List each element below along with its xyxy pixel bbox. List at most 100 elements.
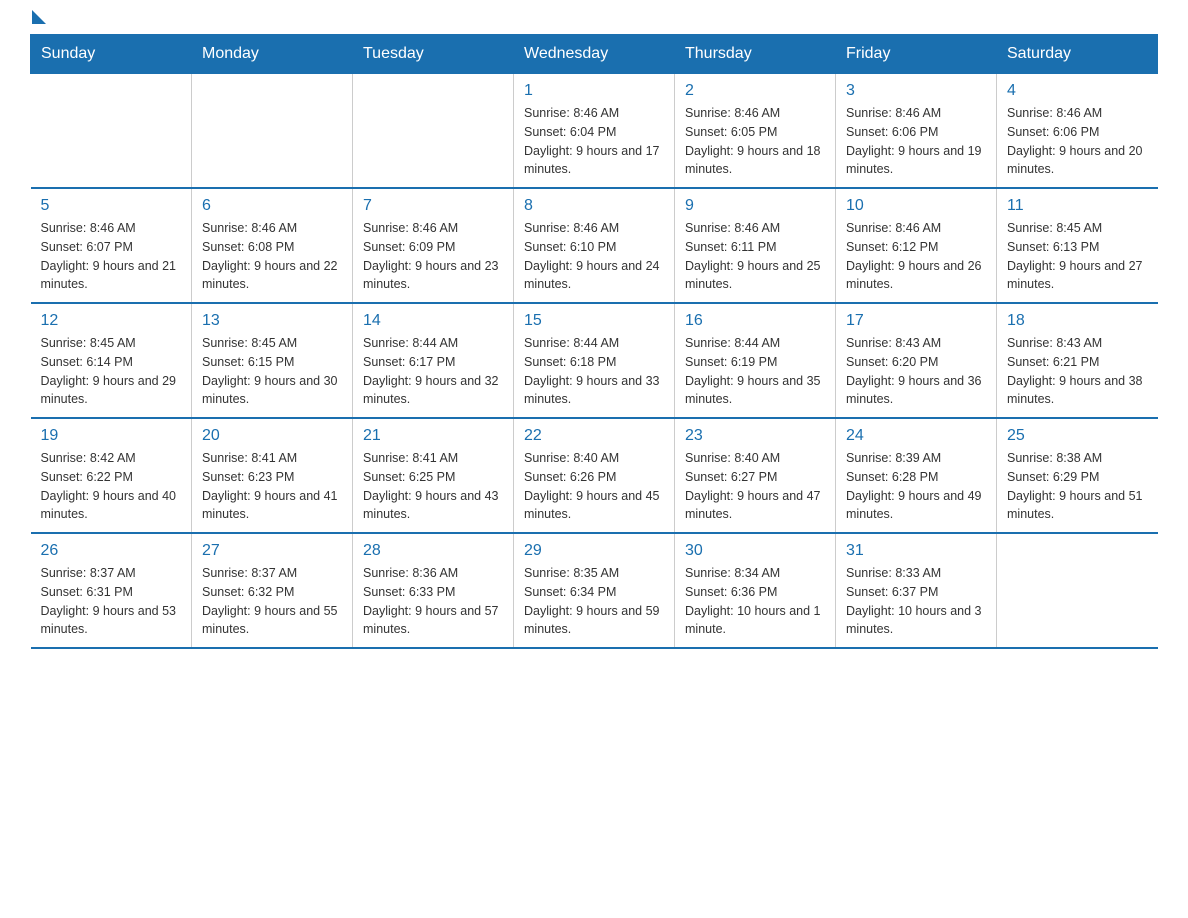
calendar-header-row: Sunday Monday Tuesday Wednesday Thursday… bbox=[31, 35, 1158, 74]
day-number: 24 bbox=[846, 427, 986, 445]
calendar-week-row: 5 Sunrise: 8:46 AM Sunset: 6:07 PM Daylig… bbox=[31, 188, 1158, 303]
day-number: 1 bbox=[524, 82, 664, 100]
day-number: 27 bbox=[202, 542, 342, 560]
day-info: Sunrise: 8:37 AM Sunset: 6:31 PM Dayligh… bbox=[41, 564, 182, 639]
table-row: 24Sunrise: 8:39 AM Sunset: 6:28 PM Dayli… bbox=[836, 418, 997, 533]
day-number: 13 bbox=[202, 312, 342, 330]
day-number: 8 bbox=[524, 197, 664, 215]
table-row: 23 Sunrise: 8:40 AM Sunset: 6:27 PM Dayli… bbox=[675, 418, 836, 533]
table-row: 28 Sunrise: 8:36 AM Sunset: 6:33 PM Dayli… bbox=[353, 533, 514, 648]
table-row: 4 Sunrise: 8:46 AM Sunset: 6:06 PM Daylig… bbox=[997, 74, 1158, 189]
day-info: Sunrise: 8:41 AM Sunset: 6:25 PM Dayligh… bbox=[363, 449, 503, 524]
table-row: 2Sunrise: 8:46 AM Sunset: 6:05 PM Daylig… bbox=[675, 74, 836, 189]
day-info: Sunrise: 8:40 AM Sunset: 6:26 PM Dayligh… bbox=[524, 449, 664, 524]
table-row: 3Sunrise: 8:46 AM Sunset: 6:06 PM Daylig… bbox=[836, 74, 997, 189]
day-number: 9 bbox=[685, 197, 825, 215]
table-row: 7 Sunrise: 8:46 AM Sunset: 6:09 PM Daylig… bbox=[353, 188, 514, 303]
day-info: Sunrise: 8:41 AM Sunset: 6:23 PM Dayligh… bbox=[202, 449, 342, 524]
day-info: Sunrise: 8:38 AM Sunset: 6:29 PM Dayligh… bbox=[1007, 449, 1148, 524]
day-info: Sunrise: 8:46 AM Sunset: 6:07 PM Dayligh… bbox=[41, 219, 182, 294]
header-monday: Monday bbox=[192, 35, 353, 74]
day-number: 11 bbox=[1007, 197, 1148, 215]
table-row: 11Sunrise: 8:45 AM Sunset: 6:13 PM Dayli… bbox=[997, 188, 1158, 303]
day-info: Sunrise: 8:33 AM Sunset: 6:37 PM Dayligh… bbox=[846, 564, 986, 639]
header-sunday: Sunday bbox=[31, 35, 192, 74]
table-row: 31Sunrise: 8:33 AM Sunset: 6:37 PM Dayli… bbox=[836, 533, 997, 648]
day-info: Sunrise: 8:46 AM Sunset: 6:10 PM Dayligh… bbox=[524, 219, 664, 294]
day-info: Sunrise: 8:34 AM Sunset: 6:36 PM Dayligh… bbox=[685, 564, 825, 639]
day-number: 2 bbox=[685, 82, 825, 100]
day-number: 21 bbox=[363, 427, 503, 445]
calendar-week-row: 26 Sunrise: 8:37 AM Sunset: 6:31 PM Dayli… bbox=[31, 533, 1158, 648]
day-number: 17 bbox=[846, 312, 986, 330]
day-info: Sunrise: 8:46 AM Sunset: 6:11 PM Dayligh… bbox=[685, 219, 825, 294]
day-info: Sunrise: 8:43 AM Sunset: 6:21 PM Dayligh… bbox=[1007, 334, 1148, 409]
day-info: Sunrise: 8:37 AM Sunset: 6:32 PM Dayligh… bbox=[202, 564, 342, 639]
day-number: 18 bbox=[1007, 312, 1148, 330]
day-number: 28 bbox=[363, 542, 503, 560]
day-number: 12 bbox=[41, 312, 182, 330]
calendar-week-row: 19Sunrise: 8:42 AM Sunset: 6:22 PM Dayli… bbox=[31, 418, 1158, 533]
day-number: 23 bbox=[685, 427, 825, 445]
day-number: 6 bbox=[202, 197, 342, 215]
day-number: 25 bbox=[1007, 427, 1148, 445]
table-row: 13 Sunrise: 8:45 AM Sunset: 6:15 PM Dayli… bbox=[192, 303, 353, 418]
table-row bbox=[31, 74, 192, 189]
day-number: 29 bbox=[524, 542, 664, 560]
day-number: 7 bbox=[363, 197, 503, 215]
day-number: 15 bbox=[524, 312, 664, 330]
table-row: 8 Sunrise: 8:46 AM Sunset: 6:10 PM Daylig… bbox=[514, 188, 675, 303]
header-wednesday: Wednesday bbox=[514, 35, 675, 74]
table-row: 5 Sunrise: 8:46 AM Sunset: 6:07 PM Daylig… bbox=[31, 188, 192, 303]
day-number: 3 bbox=[846, 82, 986, 100]
header-thursday: Thursday bbox=[675, 35, 836, 74]
header-saturday: Saturday bbox=[997, 35, 1158, 74]
day-number: 20 bbox=[202, 427, 342, 445]
table-row: 12 Sunrise: 8:45 AM Sunset: 6:14 PM Dayli… bbox=[31, 303, 192, 418]
day-info: Sunrise: 8:45 AM Sunset: 6:14 PM Dayligh… bbox=[41, 334, 182, 409]
header-tuesday: Tuesday bbox=[353, 35, 514, 74]
calendar-week-row: 1 Sunrise: 8:46 AM Sunset: 6:04 PM Daylig… bbox=[31, 74, 1158, 189]
day-info: Sunrise: 8:46 AM Sunset: 6:06 PM Dayligh… bbox=[1007, 104, 1148, 179]
table-row: 10 Sunrise: 8:46 AM Sunset: 6:12 PM Dayli… bbox=[836, 188, 997, 303]
day-number: 19 bbox=[41, 427, 182, 445]
day-number: 14 bbox=[363, 312, 503, 330]
day-info: Sunrise: 8:46 AM Sunset: 6:08 PM Dayligh… bbox=[202, 219, 342, 294]
day-number: 26 bbox=[41, 542, 182, 560]
logo bbox=[30, 20, 46, 24]
logo-triangle-icon bbox=[32, 10, 46, 24]
day-info: Sunrise: 8:46 AM Sunset: 6:12 PM Dayligh… bbox=[846, 219, 986, 294]
table-row bbox=[353, 74, 514, 189]
table-row: 9 Sunrise: 8:46 AM Sunset: 6:11 PM Daylig… bbox=[675, 188, 836, 303]
table-row: 18 Sunrise: 8:43 AM Sunset: 6:21 PM Dayli… bbox=[997, 303, 1158, 418]
table-row: 14 Sunrise: 8:44 AM Sunset: 6:17 PM Dayli… bbox=[353, 303, 514, 418]
day-info: Sunrise: 8:46 AM Sunset: 6:04 PM Dayligh… bbox=[524, 104, 664, 179]
table-row: 20 Sunrise: 8:41 AM Sunset: 6:23 PM Dayli… bbox=[192, 418, 353, 533]
table-row: 25 Sunrise: 8:38 AM Sunset: 6:29 PM Dayli… bbox=[997, 418, 1158, 533]
header-friday: Friday bbox=[836, 35, 997, 74]
table-row: 22Sunrise: 8:40 AM Sunset: 6:26 PM Dayli… bbox=[514, 418, 675, 533]
day-info: Sunrise: 8:45 AM Sunset: 6:15 PM Dayligh… bbox=[202, 334, 342, 409]
table-row: 21 Sunrise: 8:41 AM Sunset: 6:25 PM Dayli… bbox=[353, 418, 514, 533]
day-number: 4 bbox=[1007, 82, 1148, 100]
calendar-table: Sunday Monday Tuesday Wednesday Thursday… bbox=[30, 34, 1158, 649]
table-row bbox=[192, 74, 353, 189]
day-number: 30 bbox=[685, 542, 825, 560]
day-info: Sunrise: 8:46 AM Sunset: 6:09 PM Dayligh… bbox=[363, 219, 503, 294]
calendar-week-row: 12 Sunrise: 8:45 AM Sunset: 6:14 PM Dayli… bbox=[31, 303, 1158, 418]
day-info: Sunrise: 8:40 AM Sunset: 6:27 PM Dayligh… bbox=[685, 449, 825, 524]
day-info: Sunrise: 8:35 AM Sunset: 6:34 PM Dayligh… bbox=[524, 564, 664, 639]
table-row: 15Sunrise: 8:44 AM Sunset: 6:18 PM Dayli… bbox=[514, 303, 675, 418]
table-row: 1 Sunrise: 8:46 AM Sunset: 6:04 PM Daylig… bbox=[514, 74, 675, 189]
table-row: 30 Sunrise: 8:34 AM Sunset: 6:36 PM Dayli… bbox=[675, 533, 836, 648]
day-info: Sunrise: 8:44 AM Sunset: 6:17 PM Dayligh… bbox=[363, 334, 503, 409]
table-row bbox=[997, 533, 1158, 648]
table-row: 17Sunrise: 8:43 AM Sunset: 6:20 PM Dayli… bbox=[836, 303, 997, 418]
table-row: 26 Sunrise: 8:37 AM Sunset: 6:31 PM Dayli… bbox=[31, 533, 192, 648]
day-info: Sunrise: 8:36 AM Sunset: 6:33 PM Dayligh… bbox=[363, 564, 503, 639]
table-row: 27 Sunrise: 8:37 AM Sunset: 6:32 PM Dayli… bbox=[192, 533, 353, 648]
table-row: 16Sunrise: 8:44 AM Sunset: 6:19 PM Dayli… bbox=[675, 303, 836, 418]
day-number: 10 bbox=[846, 197, 986, 215]
day-number: 16 bbox=[685, 312, 825, 330]
day-number: 5 bbox=[41, 197, 182, 215]
